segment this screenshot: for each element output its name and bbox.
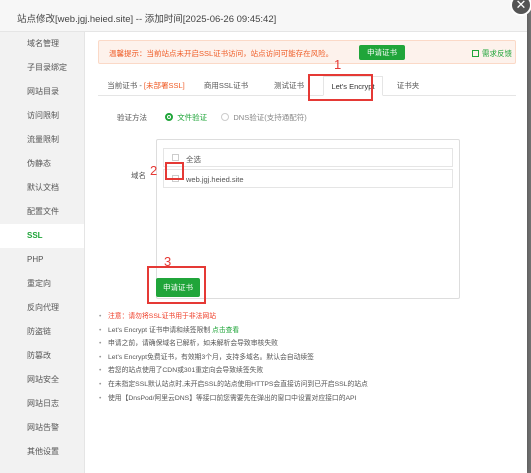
annotation-box-2 — [165, 162, 184, 180]
view-limit-link[interactable]: 点击查看 — [212, 327, 239, 334]
tab-current-cert-status: [未部署SSL] — [143, 81, 185, 90]
warning-text: 温馨提示：当前站点未开启SSL证书访问，站点访问可能存在风险。 — [109, 49, 334, 58]
note-rate-limit-text: Let's Encrypt 证书申请和续签限制 — [108, 326, 213, 334]
file-verify-label[interactable]: 文件验证 — [177, 113, 207, 122]
note-rate-limit: Let's Encrypt 证书申请和续签限制 点击查看 — [98, 325, 518, 337]
domain-row[interactable]: web.jgj.heied.site — [163, 169, 453, 188]
sidebar-item-hotlink[interactable]: 防盗链 — [0, 320, 84, 344]
warning-apply-cert-button[interactable]: 申请证书 — [359, 45, 405, 60]
tab-cert-folder[interactable]: 证书夹 — [390, 76, 426, 96]
tab-current-cert-label: 当前证书 - — [107, 81, 144, 90]
select-all-checkbox[interactable] — [172, 154, 179, 161]
sidebar-item-ssl[interactable]: SSL — [0, 224, 84, 248]
sidebar-item-reverse-proxy[interactable]: 反向代理 — [0, 296, 84, 320]
settings-sidebar: 域名管理 子目录绑定 网站目录 访问限制 流量限制 伪静态 默认文档 配置文件 … — [0, 32, 85, 473]
sidebar-item-config-file[interactable]: 配置文件 — [0, 200, 84, 224]
sidebar-item-php[interactable]: PHP — [0, 248, 84, 272]
sidebar-item-site-log[interactable]: 网站日志 — [0, 392, 84, 416]
dns-verify-label[interactable]: DNS验证(支持通配符) — [233, 113, 306, 122]
sidebar-item-access-limit[interactable]: 访问限制 — [0, 104, 84, 128]
close-icon[interactable]: ✕ — [510, 0, 531, 16]
feedback-label: 需求反馈 — [482, 49, 512, 58]
dialog-title: 站点修改[web.jgj.heied.site] -- 添加时间[2025-06… — [17, 14, 277, 25]
annotation-box-3 — [147, 266, 206, 304]
verify-method-label: 验证方法 — [117, 113, 147, 122]
sidebar-item-subdir-binding[interactable]: 子目录绑定 — [0, 56, 84, 80]
annotation-number-1: 1 — [334, 57, 342, 72]
domain-name: web.jgj.heied.site — [186, 175, 244, 184]
feedback-link[interactable]: 需求反馈 — [472, 48, 512, 59]
file-verify-radio[interactable] — [165, 113, 174, 121]
sidebar-item-default-doc[interactable]: 默认文档 — [0, 176, 84, 200]
sidebar-item-rewrite[interactable]: 伪静态 — [0, 152, 84, 176]
ssl-warning-banner: 温馨提示：当前站点未开启SSL证书访问，站点访问可能存在风险。 申请证书 需求反… — [98, 40, 516, 64]
note-default-site: 在未指定SSL默认站点时,未开启SSL的站点使用HTTPS会直接访问到已开启SS… — [98, 379, 518, 391]
note-cdn-redirect: 若您的站点使用了CDN或301重定向会导致续签失败 — [98, 365, 518, 377]
sidebar-item-domain[interactable]: 域名管理 — [0, 32, 84, 56]
note-dns-resolve: 申请之前，请确保域名已解析，如未解析会导致审核失败 — [98, 338, 518, 350]
annotation-number-2: 2 — [150, 163, 158, 178]
annotation-box-1 — [308, 74, 373, 101]
ssl-panel: 温馨提示：当前站点未开启SSL证书访问，站点访问可能存在风险。 申请证书 需求反… — [85, 32, 527, 473]
sidebar-item-redirect[interactable]: 重定向 — [0, 272, 84, 296]
sidebar-item-site-alert[interactable]: 网站告警 — [0, 416, 84, 440]
annotation-number-3: 3 — [164, 254, 172, 269]
domain-select-all-row[interactable]: 全选 — [163, 148, 453, 167]
tab-test-cert[interactable]: 测试证书 — [265, 76, 313, 96]
tab-commercial-ssl[interactable]: 商用SSL证书 — [196, 76, 256, 96]
site-settings-dialog: 站点修改[web.jgj.heied.site] -- 添加时间[2025-06… — [0, 0, 527, 473]
tab-current-cert[interactable]: 当前证书 - [未部署SSL] — [106, 76, 186, 96]
sidebar-item-traffic-limit[interactable]: 流量限制 — [0, 128, 84, 152]
sidebar-item-site-directory[interactable]: 网站目录 — [0, 80, 84, 104]
note-dns-api: 使用【DnsPod/阿里云DNS】等接口前您需要先在弹出的窗口中设置对应接口的A… — [98, 393, 518, 405]
sidebar-item-other-settings[interactable]: 其他设置 — [0, 440, 84, 464]
dialog-title-bar[interactable]: 站点修改[web.jgj.heied.site] -- 添加时间[2025-06… — [0, 0, 527, 32]
ssl-notes-list: 注意：请勿将SSL证书用于非法网站 Let's Encrypt 证书申请和续签限… — [98, 311, 518, 406]
dns-verify-radio[interactable] — [221, 113, 230, 121]
verify-method-row: 验证方法 文件验证 DNS验证(支持通配符) — [117, 112, 307, 123]
sidebar-item-site-security[interactable]: 网站安全 — [0, 368, 84, 392]
select-all-label: 全选 — [186, 155, 201, 164]
sidebar-item-tamper-proof[interactable]: 防篡改 — [0, 344, 84, 368]
note-free-cert: Let's Encrypt免费证书，有效期3个月，支持多域名。默认会自动续签 — [98, 352, 518, 364]
domain-label: 域名 — [131, 171, 146, 180]
ssl-tabs: 当前证书 - [未部署SSL] 商用SSL证书 测试证书 Let's Encry… — [98, 76, 516, 96]
feedback-icon — [472, 50, 479, 57]
note-illegal-warning: 注意：请勿将SSL证书用于非法网站 — [98, 311, 518, 323]
